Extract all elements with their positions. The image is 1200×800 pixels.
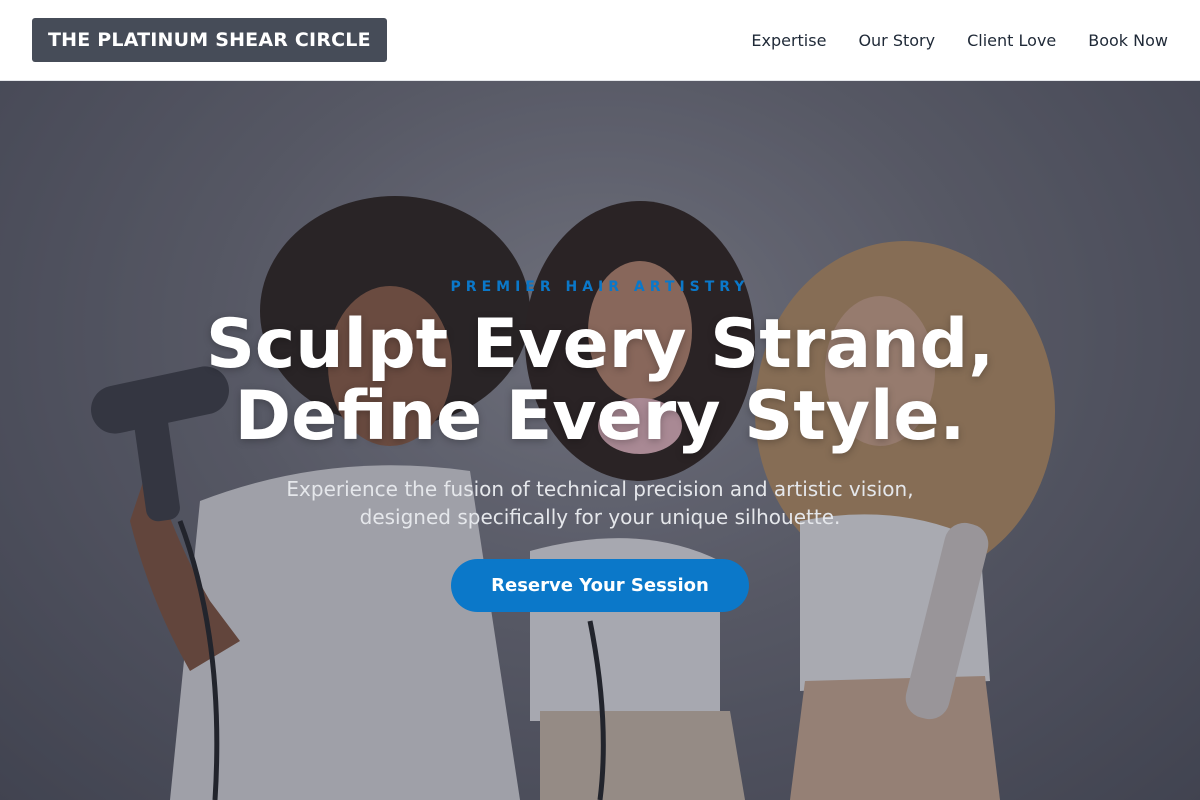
hero-headline: Sculpt Every Strand, Define Every Style.	[206, 309, 994, 453]
main-nav: Expertise Our Story Client Love Book Now	[751, 31, 1168, 50]
nav-link-expertise[interactable]: Expertise	[751, 31, 826, 50]
site-logo[interactable]: THE PLATINUM SHEAR CIRCLE	[32, 18, 387, 62]
hero-content: PREMIER HAIR ARTISTRY Sculpt Every Stran…	[0, 81, 1200, 800]
nav-link-book-now[interactable]: Book Now	[1088, 31, 1168, 50]
hero-headline-line2: Define Every Style.	[234, 377, 966, 456]
nav-link-client-love[interactable]: Client Love	[967, 31, 1056, 50]
hero-eyebrow: PREMIER HAIR ARTISTRY	[450, 279, 750, 295]
nav-link-our-story[interactable]: Our Story	[858, 31, 935, 50]
hero-headline-line1: Sculpt Every Strand,	[205, 305, 995, 384]
reserve-session-button[interactable]: Reserve Your Session	[451, 559, 749, 612]
hero-subtext: Experience the fusion of technical preci…	[286, 477, 914, 529]
site-header: THE PLATINUM SHEAR CIRCLE Expertise Our …	[0, 0, 1200, 81]
hero-section: PREMIER HAIR ARTISTRY Sculpt Every Stran…	[0, 81, 1200, 800]
